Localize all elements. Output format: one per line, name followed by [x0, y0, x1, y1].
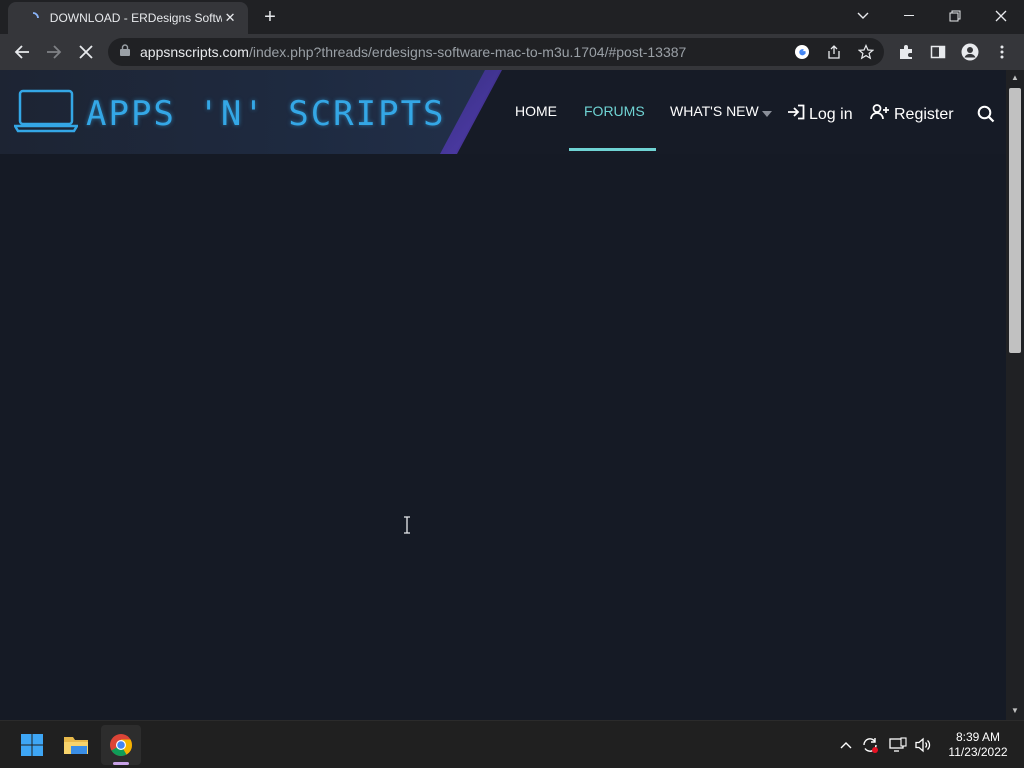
- new-tab-button[interactable]: +: [258, 6, 282, 28]
- login-icon: [787, 104, 805, 125]
- forward-arrow-icon[interactable]: [40, 38, 68, 66]
- profile-avatar-icon[interactable]: [956, 38, 984, 66]
- network-icon[interactable]: [888, 735, 908, 755]
- url-path: /index.php?threads/erdesigns-software-ma…: [248, 44, 687, 60]
- file-explorer-icon[interactable]: [56, 725, 96, 765]
- side-panel-icon[interactable]: [924, 38, 952, 66]
- nav-forums[interactable]: FORUMS: [584, 103, 645, 119]
- volume-icon[interactable]: [913, 735, 933, 755]
- active-app-indicator: [113, 762, 129, 765]
- nav-active-underline: [569, 148, 656, 151]
- search-icon[interactable]: [977, 105, 995, 123]
- scroll-down-icon[interactable]: ▼: [1010, 706, 1020, 716]
- tab-strip: DOWNLOAD - ERDesigns Software Mac to M3U…: [0, 0, 1024, 34]
- bookmark-star-icon[interactable]: [852, 38, 880, 66]
- back-arrow-icon[interactable]: [8, 38, 36, 66]
- register-label: Register: [894, 105, 954, 123]
- taskbar-clock[interactable]: 8:39 AM 11/23/2022: [940, 730, 1016, 760]
- loading-spinner-icon: [26, 11, 40, 25]
- site-header: APPS 'N' SCRIPTS HOME FORUMS WHAT'S NEW …: [0, 70, 1006, 154]
- stop-loading-icon[interactable]: [72, 38, 100, 66]
- add-user-icon: [870, 104, 890, 125]
- site-logo-text[interactable]: APPS 'N' SCRIPTS: [86, 94, 446, 134]
- clock-time: 8:39 AM: [955, 730, 1001, 744]
- windows-start-icon[interactable]: [12, 725, 52, 765]
- page-content: [0, 154, 1006, 720]
- tab-close-icon[interactable]: ✕: [222, 10, 238, 26]
- browser-toolbar: appsnscripts.com/index.php?threads/erdes…: [0, 34, 1024, 70]
- restore-icon[interactable]: [932, 0, 978, 32]
- share-icon[interactable]: [820, 38, 848, 66]
- login-link[interactable]: Log in: [787, 104, 853, 125]
- tab-search-icon[interactable]: [840, 0, 886, 32]
- url-host: appsnscripts.com: [140, 44, 249, 60]
- laptop-logo-icon[interactable]: [12, 88, 80, 139]
- text-cursor-icon: [402, 516, 412, 534]
- extensions-puzzle-icon[interactable]: [892, 38, 920, 66]
- tab-title: DOWNLOAD - ERDesigns Software Mac to M3U: [49, 11, 223, 25]
- scroll-up-icon[interactable]: ▲: [1010, 73, 1020, 83]
- nav-home[interactable]: HOME: [515, 103, 557, 119]
- browser-menu-icon[interactable]: [988, 38, 1016, 66]
- lock-icon: [120, 43, 130, 61]
- sync-icon[interactable]: [860, 735, 880, 755]
- address-bar[interactable]: appsnscripts.com/index.php?threads/erdes…: [108, 38, 884, 66]
- scroll-thumb[interactable]: [1009, 88, 1021, 353]
- whats-new-dropdown-icon[interactable]: [762, 104, 772, 120]
- vertical-scrollbar[interactable]: ▲ ▼: [1006, 70, 1024, 720]
- register-link[interactable]: Register: [870, 104, 954, 125]
- login-label: Log in: [809, 105, 853, 123]
- browser-tab[interactable]: DOWNLOAD - ERDesigns Software Mac to M3U…: [8, 2, 248, 34]
- close-window-icon[interactable]: [978, 0, 1024, 32]
- clock-date: 11/23/2022: [948, 745, 1008, 759]
- google-lens-icon[interactable]: [788, 38, 816, 66]
- nav-whats-new[interactable]: WHAT'S NEW: [670, 103, 759, 119]
- show-hidden-icons-chevron-icon[interactable]: [836, 735, 856, 755]
- taskbar: 8:39 AM 11/23/2022: [0, 720, 1024, 768]
- chrome-taskbar-icon[interactable]: [101, 725, 141, 765]
- minimize-icon[interactable]: [886, 0, 932, 32]
